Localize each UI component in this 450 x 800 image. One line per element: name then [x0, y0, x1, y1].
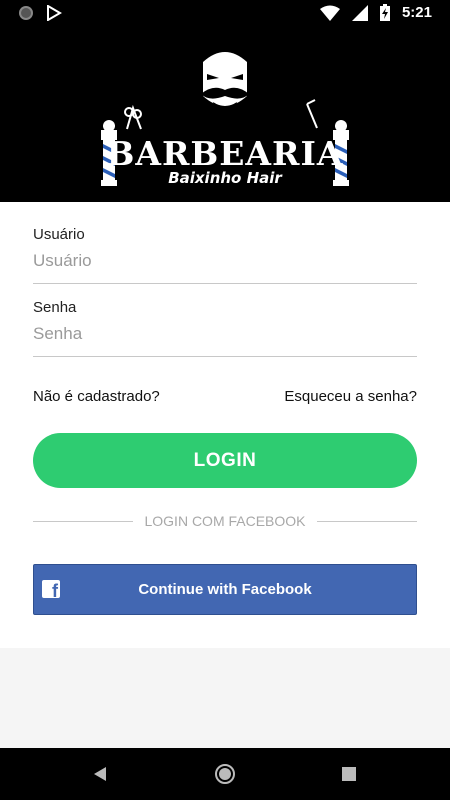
forgot-password-link[interactable]: Esqueceu a senha?: [284, 388, 417, 405]
facebook-button-label: Continue with Facebook: [138, 581, 312, 598]
navigation-bar: [0, 748, 450, 800]
record-icon: [19, 6, 33, 20]
cellular-signal-icon: [351, 4, 368, 21]
facebook-login-button[interactable]: f Continue with Facebook: [33, 564, 417, 615]
divider-line-right: [317, 521, 417, 522]
barbearia-logo: BARBEARIA Baixinho Hair: [95, 44, 355, 189]
username-input[interactable]: [33, 251, 417, 284]
back-icon[interactable]: [89, 763, 111, 785]
recents-icon[interactable]: [338, 763, 360, 785]
login-button[interactable]: LOGIN: [33, 433, 417, 488]
play-store-icon: [47, 5, 62, 21]
battery-charging-icon: [379, 4, 390, 21]
header-banner: BARBEARIA Baixinho Hair: [0, 26, 450, 202]
facebook-divider: LOGIN COM FACEBOOK: [33, 511, 417, 531]
password-field: Senha: [33, 299, 417, 357]
register-link[interactable]: Não é cadastrado?: [33, 388, 160, 405]
wifi-icon: [319, 5, 340, 21]
password-label: Senha: [33, 299, 77, 316]
login-form: Usuário Senha Não é cadastrado? Esqueceu…: [0, 202, 450, 648]
facebook-icon: f: [42, 580, 60, 600]
password-input[interactable]: [33, 324, 417, 357]
username-label: Usuário: [33, 226, 85, 243]
brand-title: BARBEARIA: [106, 134, 344, 173]
status-time: 5:21: [401, 4, 432, 21]
status-bar: 5:21: [0, 0, 450, 26]
brand-subtitle: Baixinho Hair: [168, 169, 282, 187]
username-field: Usuário: [33, 226, 417, 284]
home-icon[interactable]: [214, 763, 236, 785]
barber-face-icon: [101, 52, 349, 139]
